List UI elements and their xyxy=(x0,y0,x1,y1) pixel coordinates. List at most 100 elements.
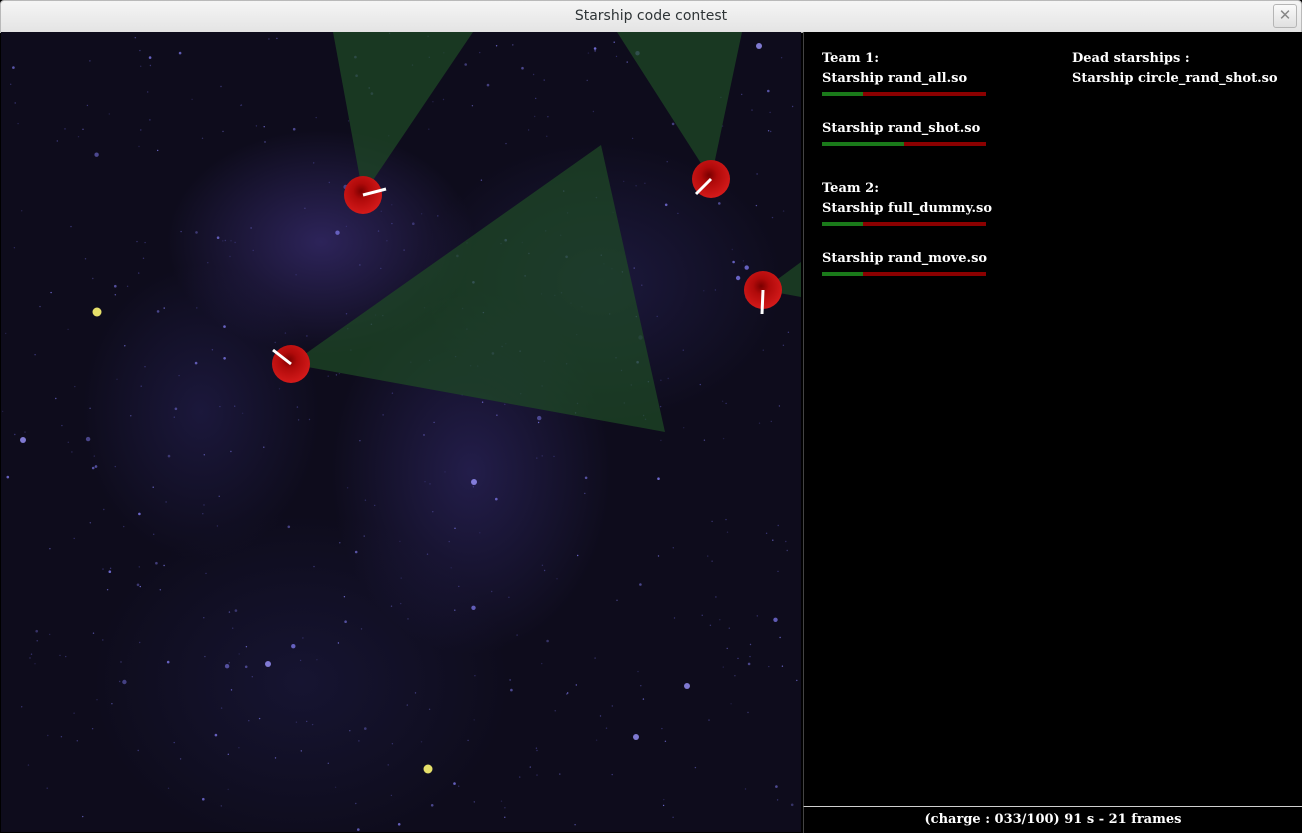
star xyxy=(448,540,450,543)
star xyxy=(144,366,146,368)
star xyxy=(495,497,498,501)
star xyxy=(122,679,127,685)
star xyxy=(683,427,685,429)
star xyxy=(14,102,16,104)
star xyxy=(64,128,66,130)
star xyxy=(345,313,348,315)
star xyxy=(491,590,493,593)
star xyxy=(148,56,152,59)
star xyxy=(347,120,350,122)
star xyxy=(96,699,98,701)
star xyxy=(567,692,569,694)
star xyxy=(50,291,52,294)
star xyxy=(767,89,770,93)
star xyxy=(228,662,230,664)
star xyxy=(364,727,367,730)
star xyxy=(391,743,394,745)
star xyxy=(626,61,628,63)
star xyxy=(786,549,788,552)
star xyxy=(291,644,296,649)
star xyxy=(227,788,229,791)
star xyxy=(14,433,16,436)
star xyxy=(535,747,538,749)
star xyxy=(423,434,425,436)
star xyxy=(234,405,236,407)
star xyxy=(306,720,308,723)
star xyxy=(778,405,781,407)
star xyxy=(671,122,675,126)
star xyxy=(234,609,238,612)
star xyxy=(248,720,250,722)
bullet xyxy=(92,307,102,317)
star xyxy=(229,255,231,258)
star xyxy=(471,605,476,610)
star xyxy=(39,305,41,308)
star xyxy=(144,241,146,244)
star xyxy=(661,727,663,730)
star xyxy=(27,764,30,766)
star xyxy=(216,236,220,239)
star xyxy=(205,572,207,575)
star xyxy=(292,127,296,131)
star xyxy=(584,476,588,480)
star xyxy=(711,520,713,523)
star xyxy=(731,248,733,251)
star xyxy=(541,662,543,665)
star xyxy=(55,397,57,400)
star xyxy=(534,115,536,118)
star xyxy=(74,385,76,388)
star xyxy=(61,424,63,427)
bright-star xyxy=(20,437,26,443)
star xyxy=(543,79,545,81)
star xyxy=(770,420,772,423)
star xyxy=(91,466,95,470)
star xyxy=(124,345,126,347)
star xyxy=(220,707,223,709)
star xyxy=(594,657,596,659)
star xyxy=(780,57,783,59)
star xyxy=(60,736,63,738)
star xyxy=(359,440,361,442)
star xyxy=(337,642,340,644)
star xyxy=(138,512,141,516)
star xyxy=(180,230,182,233)
scoreboard-panel: Team 1: Starship rand_all.so Starship ra… xyxy=(803,32,1302,806)
star xyxy=(304,207,306,209)
star xyxy=(232,627,234,629)
star xyxy=(313,565,315,568)
star xyxy=(785,540,787,543)
star xyxy=(35,629,38,633)
star xyxy=(605,727,608,729)
star xyxy=(95,466,97,468)
star xyxy=(139,49,141,52)
star xyxy=(306,335,308,337)
star xyxy=(495,45,498,47)
star xyxy=(707,555,709,557)
star xyxy=(758,422,761,424)
star xyxy=(762,349,764,351)
star xyxy=(547,116,549,118)
star xyxy=(56,140,58,142)
star xyxy=(574,824,576,826)
star xyxy=(769,111,771,114)
star xyxy=(428,128,430,130)
title-bar[interactable]: Starship code contest ✕ xyxy=(0,0,1302,33)
star xyxy=(84,258,87,260)
star xyxy=(657,477,660,481)
star xyxy=(403,249,405,251)
star xyxy=(474,675,476,677)
star xyxy=(296,406,299,408)
star xyxy=(744,265,749,270)
star xyxy=(777,570,779,573)
star xyxy=(263,446,265,448)
star xyxy=(346,487,349,489)
star xyxy=(711,560,713,562)
star xyxy=(227,753,229,755)
star xyxy=(335,374,338,376)
close-icon[interactable]: ✕ xyxy=(1273,4,1297,28)
star xyxy=(149,119,151,121)
star xyxy=(134,37,136,39)
star xyxy=(556,578,558,580)
star xyxy=(230,240,232,242)
bullet xyxy=(423,764,433,774)
